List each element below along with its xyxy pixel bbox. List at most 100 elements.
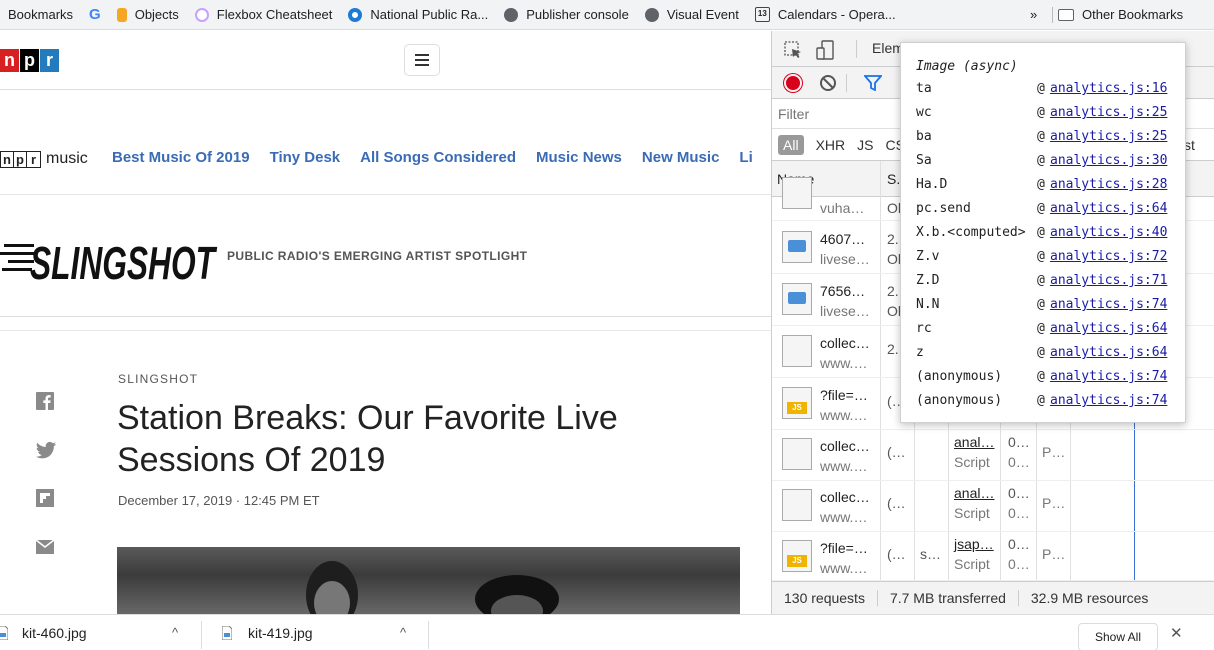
bookmarks-overflow-button[interactable]: »: [1022, 0, 1045, 30]
bookmark-bookmarks[interactable]: Bookmarks: [0, 0, 81, 30]
frame-source-link[interactable]: analytics.js:30: [1050, 153, 1167, 168]
request-status: 2.: [887, 341, 899, 357]
music-word: music: [46, 150, 88, 167]
request-status: Ol: [887, 200, 901, 216]
record-icon[interactable]: [784, 74, 802, 92]
js-file-icon: JS: [782, 387, 812, 419]
facebook-share-icon[interactable]: [36, 392, 54, 410]
flipboard-share-icon[interactable]: [36, 489, 54, 507]
bookmark-google[interactable]: G: [81, 0, 109, 30]
bookmark-visual-event[interactable]: Visual Event: [637, 0, 747, 30]
stack-frame: wc @ analytics.js:25: [916, 105, 1176, 129]
request-initiator[interactable]: anal…: [954, 434, 994, 450]
request-domain: www.…: [820, 458, 868, 474]
email-share-icon[interactable]: [36, 538, 54, 556]
table-row[interactable]: collec… www.… (… anal… Script 0… 0… P…: [772, 430, 1214, 481]
chevron-up-icon[interactable]: ^: [172, 625, 178, 640]
bookmark-label: Visual Event: [666, 7, 739, 22]
table-row[interactable]: collec… www.… (… anal… Script 0… 0… P…: [772, 481, 1214, 532]
google-icon: G: [89, 6, 101, 23]
hamburger-menu-button[interactable]: [404, 44, 440, 76]
close-icon[interactable]: ✕: [1170, 624, 1183, 642]
frame-at: @: [1037, 345, 1045, 360]
twitter-share-icon[interactable]: [36, 441, 56, 459]
frame-function: z: [916, 345, 924, 360]
speed-line: [0, 252, 34, 255]
globe-icon: [644, 7, 659, 22]
inspect-element-icon[interactable]: [784, 41, 802, 59]
download-item[interactable]: kit-460.jpg ^: [0, 615, 202, 650]
bookmark-other[interactable]: Other Bookmarks: [1050, 0, 1191, 30]
chevron-up-icon[interactable]: ^: [400, 625, 406, 640]
bookmark-label: Calendars - Opera...: [777, 7, 896, 22]
request-protocol: s…: [920, 546, 941, 562]
frame-source-link[interactable]: analytics.js:74: [1050, 369, 1167, 384]
filter-input[interactable]: [778, 103, 898, 125]
slingshot-logo[interactable]: SLINGSHOT: [0, 222, 218, 286]
request-status: (…: [887, 546, 906, 562]
nav-best-music[interactable]: Best Music Of 2019: [112, 149, 250, 166]
filter-icon[interactable]: [864, 75, 882, 91]
frame-source-link[interactable]: analytics.js:25: [1050, 105, 1167, 120]
type-xhr[interactable]: XHR: [816, 137, 846, 153]
download-filename: kit-460.jpg: [22, 625, 87, 641]
request-name: collec…: [820, 335, 870, 351]
stack-frame: Ha.D @ analytics.js:28: [916, 177, 1176, 201]
bookmark-flexbox[interactable]: Flexbox Cheatsheet: [187, 0, 341, 30]
nav-tiny-desk[interactable]: Tiny Desk: [270, 149, 341, 166]
frame-function: X.b.<computed>: [916, 225, 1026, 240]
request-size: 0…: [1008, 434, 1030, 450]
frame-source-link[interactable]: analytics.js:16: [1050, 81, 1167, 96]
bookmark-publisher[interactable]: Publisher console: [496, 0, 637, 30]
request-initiator[interactable]: jsap…: [954, 536, 994, 552]
slingshot-tagline: PUBLIC RADIO'S EMERGING ARTIST SPOTLIGHT: [227, 249, 528, 263]
type-all[interactable]: All: [778, 134, 804, 155]
frame-source-link[interactable]: analytics.js:25: [1050, 129, 1167, 144]
column-status[interactable]: S.: [887, 171, 900, 187]
frame-at: @: [1037, 321, 1045, 336]
type-js[interactable]: JS: [857, 137, 873, 153]
js-file-icon: JS: [782, 540, 812, 572]
request-size: 0…: [1008, 536, 1030, 552]
nav-live[interactable]: Li: [739, 149, 752, 166]
request-initiator[interactable]: anal…: [954, 485, 994, 501]
image-file-icon: [222, 626, 232, 640]
frame-source-link[interactable]: analytics.js:74: [1050, 393, 1167, 408]
clear-icon[interactable]: [819, 74, 837, 92]
network-status-bar: 130 requests 7.7 MB transferred 32.9 MB …: [772, 581, 1214, 614]
frame-source-link[interactable]: analytics.js:28: [1050, 177, 1167, 192]
nav-music-news[interactable]: Music News: [536, 149, 622, 166]
menu-icon-bar: [415, 59, 429, 61]
bookmark-objects[interactable]: Objects: [109, 0, 187, 30]
npr-logo[interactable]: n p r: [0, 49, 60, 72]
table-row[interactable]: JS ?file=… www.… (… s… jsap… Script 0… 0…: [772, 532, 1214, 581]
code-file-icon: [782, 283, 812, 315]
request-domain: livese…: [820, 303, 870, 319]
frame-source-link[interactable]: analytics.js:74: [1050, 297, 1167, 312]
bookmark-label: Publisher console: [526, 7, 629, 22]
npr-music-logo[interactable]: n p r music: [0, 150, 88, 168]
nav-new-music[interactable]: New Music: [642, 149, 720, 166]
request-time: 0…: [1008, 505, 1030, 521]
stack-frame: ba @ analytics.js:25: [916, 129, 1176, 153]
frame-source-link[interactable]: analytics.js:72: [1050, 249, 1167, 264]
downloads-bar: kit-460.jpg ^ kit-419.jpg ^ Show All ✕: [0, 614, 1214, 650]
stack-frame: (anonymous) @ analytics.js:74: [916, 393, 1176, 417]
stack-frame: X.b.<computed> @ analytics.js:40: [916, 225, 1176, 249]
frame-source-link[interactable]: analytics.js:40: [1050, 225, 1167, 240]
device-toolbar-icon[interactable]: [816, 40, 834, 60]
article-kicker[interactable]: SLINGSHOT: [118, 372, 198, 386]
frame-source-link[interactable]: analytics.js:64: [1050, 345, 1167, 360]
show-all-downloads-button[interactable]: Show All: [1078, 623, 1158, 650]
frame-function: Z.D: [916, 273, 940, 288]
resources-size: 32.9 MB resources: [1030, 590, 1149, 606]
folder-icon: [1058, 8, 1074, 21]
download-item[interactable]: kit-419.jpg ^: [202, 615, 429, 650]
frame-source-link[interactable]: analytics.js:71: [1050, 273, 1167, 288]
frame-source-link[interactable]: analytics.js:64: [1050, 321, 1167, 336]
bookmark-calendars[interactable]: 13 Calendars - Opera...: [747, 0, 904, 30]
frame-source-link[interactable]: analytics.js:64: [1050, 201, 1167, 216]
nav-all-songs-considered[interactable]: All Songs Considered: [360, 149, 516, 166]
frame-at: @: [1037, 393, 1045, 408]
bookmark-npr[interactable]: National Public Ra...: [340, 0, 496, 30]
